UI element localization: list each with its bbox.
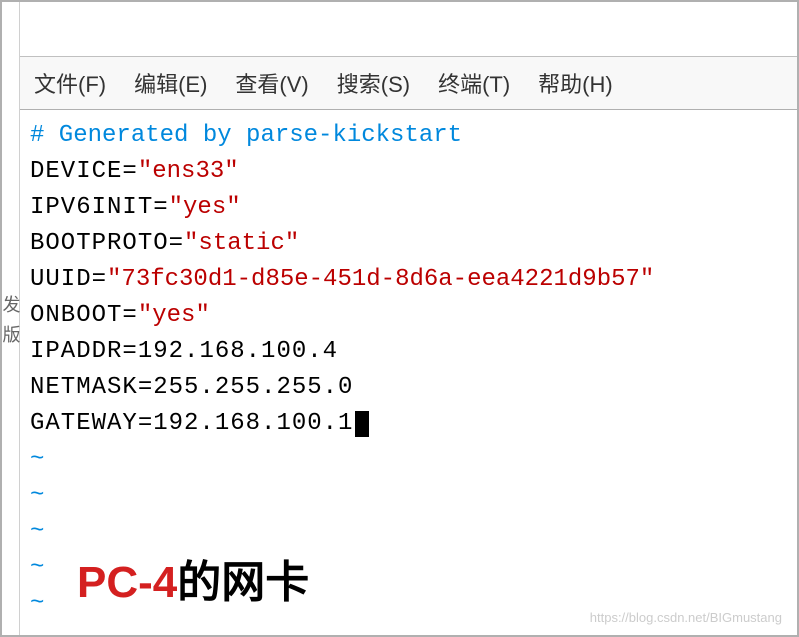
device-val: "ens33"	[138, 158, 239, 185]
menu-file[interactable]: 文件(F)	[20, 61, 120, 105]
ipv6-val: "yes"	[169, 194, 241, 221]
uuid-val: "73fc30d1-d85e-451d-8d6a-eea4221d9b57"	[107, 266, 654, 293]
ipaddr-val: 192.168.100.4	[138, 338, 338, 365]
gateway-val: 192.168.100.1	[153, 410, 353, 437]
device-key: DEVICE=	[30, 158, 138, 185]
line-onboot: ONBOOT="yes"	[30, 298, 787, 334]
ipv6-key: IPV6INIT=	[30, 194, 169, 221]
menu-bar: 文件(F) 编辑(E) 查看(V) 搜索(S) 终端(T) 帮助(H)	[20, 57, 797, 110]
netmask-val: 255.255.255.0	[153, 374, 353, 401]
sidebar-char2: 版	[0, 325, 24, 343]
sidebar-char1: 发	[0, 295, 24, 313]
line-ipv6: IPV6INIT="yes"	[30, 190, 787, 226]
comment-text: # Generated by parse-kickstart	[30, 122, 462, 149]
menu-edit[interactable]: 编辑(E)	[120, 61, 221, 105]
menu-search[interactable]: 搜索(S)	[323, 61, 424, 105]
ipaddr-key: IPADDR=	[30, 338, 138, 365]
tilde-line-1: ~	[30, 442, 787, 478]
tilde-line-3: ~	[30, 514, 787, 550]
line-comment: # Generated by parse-kickstart	[30, 118, 787, 154]
line-device: DEVICE="ens33"	[30, 154, 787, 190]
line-bootproto: BOOTPROTO="static"	[30, 226, 787, 262]
menu-terminal[interactable]: 终端(T)	[424, 61, 524, 105]
line-gateway: GATEWAY=192.168.100.1	[30, 406, 787, 442]
line-netmask: NETMASK=255.255.255.0	[30, 370, 787, 406]
annotation-red: PC-4	[77, 558, 177, 607]
bootproto-key: BOOTPROTO=	[30, 230, 184, 257]
tilde-line-2: ~	[30, 478, 787, 514]
annotation-black: 的网卡	[177, 558, 309, 607]
bootproto-val: "static"	[184, 230, 299, 257]
gateway-key: GATEWAY=	[30, 410, 153, 437]
netmask-key: NETMASK=	[30, 374, 153, 401]
annotation-label: PC-4的网卡	[77, 546, 309, 610]
onboot-val: "yes"	[138, 302, 210, 329]
top-blank-area	[20, 2, 797, 57]
window-frame: 发 版 文件(F) 编辑(E) 查看(V) 搜索(S) 终端(T) 帮助(H) …	[0, 0, 799, 637]
menu-view[interactable]: 查看(V)	[221, 61, 322, 105]
cursor-icon	[355, 411, 369, 437]
onboot-key: ONBOOT=	[30, 302, 138, 329]
left-sidebar: 发 版	[2, 2, 20, 635]
line-uuid: UUID="73fc30d1-d85e-451d-8d6a-eea4221d9b…	[30, 262, 787, 298]
line-ipaddr: IPADDR=192.168.100.4	[30, 334, 787, 370]
uuid-key: UUID=	[30, 266, 107, 293]
menu-help[interactable]: 帮助(H)	[524, 61, 627, 105]
watermark-text: https://blog.csdn.net/BIGmustang	[590, 610, 782, 625]
